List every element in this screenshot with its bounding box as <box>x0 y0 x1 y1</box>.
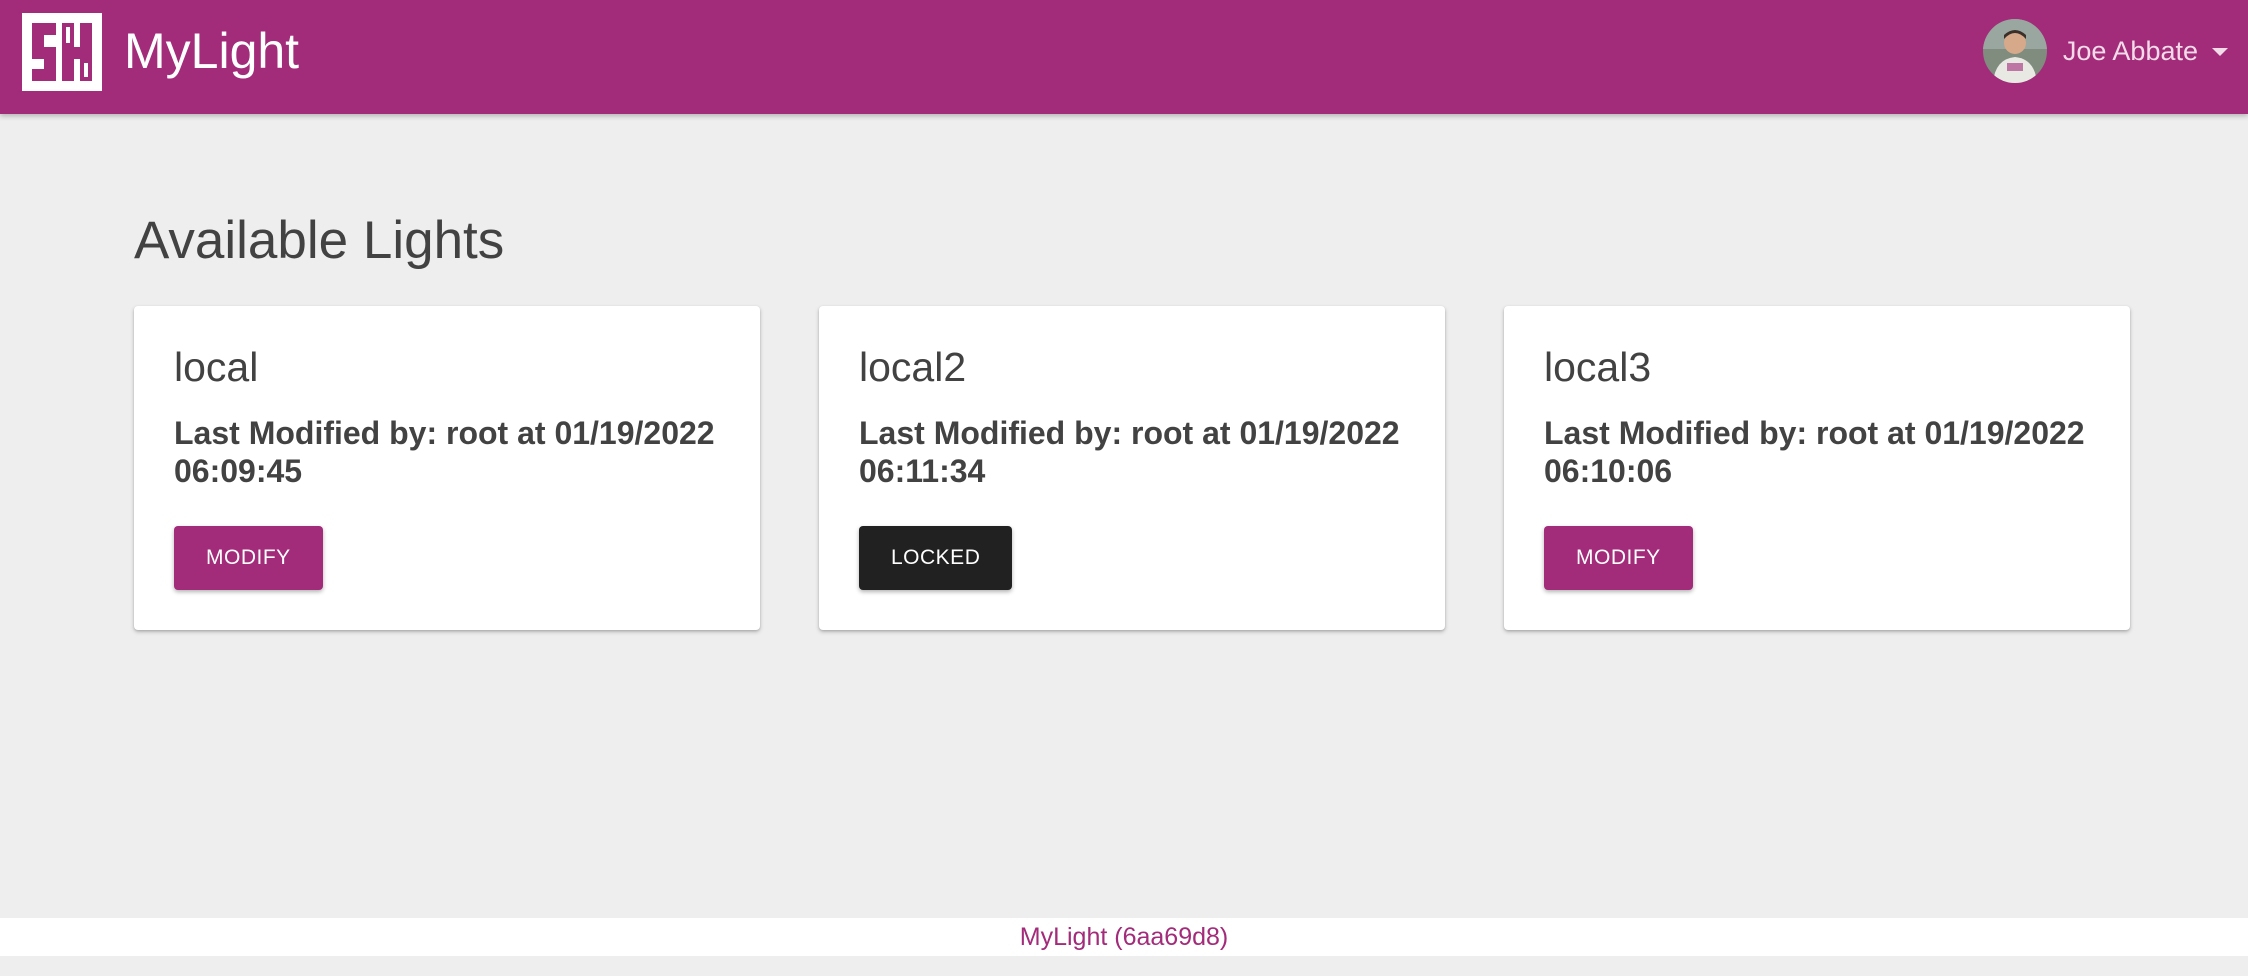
light-last-modified: Last Modified by: root at 01/19/2022 06:… <box>1544 415 2085 489</box>
light-name: local3 <box>1544 344 1652 390</box>
light-last-modified: Last Modified by: root at 01/19/2022 06:… <box>174 415 715 489</box>
sh-logo-icon[interactable] <box>22 13 102 91</box>
modify-button[interactable]: MODIFY <box>1544 526 1693 590</box>
user-name: Joe Abbate <box>2062 35 2198 66</box>
light-card: local2 Last Modified by: root at 01/19/2… <box>819 306 1445 630</box>
top-navbar: MyLight Joe Abbate <box>0 0 2248 114</box>
light-card: local Last Modified by: root at 01/19/20… <box>134 306 760 630</box>
light-name: local <box>174 344 259 390</box>
light-last-modified: Last Modified by: root at 01/19/2022 06:… <box>859 415 1400 489</box>
app-brand[interactable]: MyLight <box>124 20 299 82</box>
light-name: local2 <box>859 344 967 390</box>
locked-button[interactable]: LOCKED <box>859 526 1013 590</box>
modify-button[interactable]: MODIFY <box>174 526 323 590</box>
avatar[interactable] <box>1982 19 2047 83</box>
page-title: Available Lights <box>134 211 505 270</box>
user-menu[interactable]: Joe Abbate <box>1982 18 2228 84</box>
footer-version: MyLight (6aa69d8) <box>0 918 2248 956</box>
chevron-down-icon[interactable] <box>2212 48 2228 56</box>
light-card: local3 Last Modified by: root at 01/19/2… <box>1504 306 2130 630</box>
